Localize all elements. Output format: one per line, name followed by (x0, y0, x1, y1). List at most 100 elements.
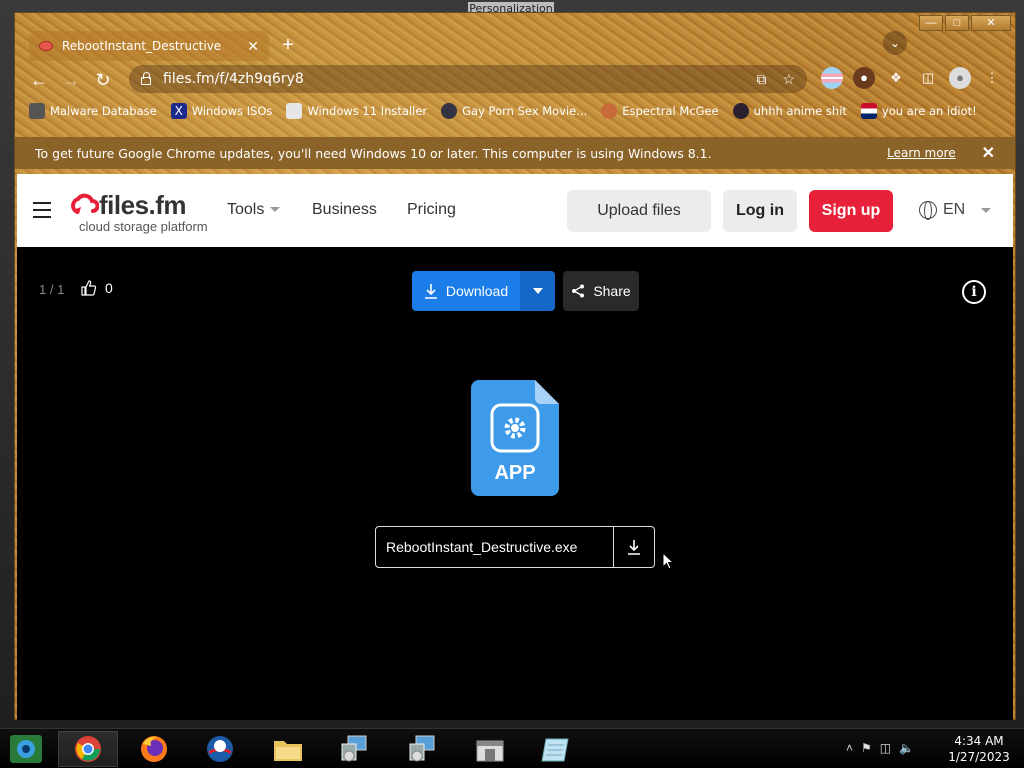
infobar-message: To get future Google Chrome updates, you… (35, 145, 712, 161)
tab-favicon-icon (39, 41, 53, 51)
obama-taskbar-item[interactable] (190, 731, 250, 767)
download-button[interactable]: Download (412, 271, 520, 311)
site-header: files.fm cloud storage platform Tools Bu… (17, 174, 1013, 247)
avatar-extension-icon[interactable]: ● (853, 67, 875, 89)
setup-icon (341, 735, 367, 762)
logo-tagline: cloud storage platform (79, 219, 208, 234)
bookmark-item[interactable]: you are an idiot! (860, 103, 977, 119)
installer-taskbar-item[interactable] (392, 731, 452, 767)
nav-business[interactable]: Business (312, 201, 377, 219)
taskbar: ˄ ⚑ ◫ 🔈 4:34 AM 1/27/2023 (0, 728, 1024, 768)
maximize-button[interactable]: □ (945, 15, 969, 31)
learn-more-link[interactable]: Learn more (887, 146, 955, 160)
notepad-icon (541, 738, 569, 762)
bookmark-item[interactable]: Gay Porn Sex Movie... (441, 103, 587, 119)
menu-dots-icon[interactable]: ⋮ (981, 67, 1003, 89)
taskbar-clock[interactable]: 4:34 AM 1/27/2023 (940, 733, 1018, 765)
volume-icon[interactable]: 🔈 (899, 741, 914, 755)
back-icon[interactable]: ← (23, 70, 55, 91)
hamburger-menu-icon[interactable] (33, 202, 51, 218)
file-name-box: RebootInstant_Destructive.exe (375, 526, 655, 568)
cloud-logo-icon (71, 193, 99, 214)
store-taskbar-item[interactable] (460, 731, 520, 767)
bookmark-item[interactable]: X Windows ISOs (170, 103, 272, 119)
close-window-button[interactable]: ✕ (971, 15, 1011, 31)
close-icon[interactable]: ✕ (982, 143, 995, 163)
bookmark-star-icon[interactable]: ☆ (782, 71, 795, 88)
flag-extension-icon[interactable] (821, 67, 843, 89)
share-page-icon[interactable]: ⧉ (756, 71, 766, 88)
setup-icon (409, 735, 435, 762)
download-options-button[interactable] (520, 271, 555, 311)
side-panel-icon[interactable]: ◫ (917, 67, 939, 89)
thumbs-up-icon (81, 280, 97, 296)
app-file-icon: APP (471, 380, 559, 496)
store-icon (476, 740, 504, 762)
browser-tab[interactable]: RebootInstant_Destructive ✕ (29, 31, 269, 61)
anime-icon (732, 103, 749, 119)
file-download-button[interactable] (613, 527, 654, 567)
browser-toolbar: ← → ↻ files.fm/f/4zh9q6ry8 ⧉ ☆ ● ❖ ◫ ● ⋮ (15, 65, 1015, 95)
network-icon[interactable]: ◫ (880, 741, 891, 755)
window-controls: — □ ✕ (919, 15, 1011, 31)
firefox-icon (141, 736, 167, 762)
like-button[interactable]: 0 (81, 280, 113, 296)
address-bar[interactable]: files.fm/f/4zh9q6ry8 ⧉ ☆ (129, 65, 807, 93)
reload-icon[interactable]: ↻ (87, 70, 119, 91)
file-type-label: APP (494, 462, 535, 484)
minimize-button[interactable]: — (919, 15, 943, 31)
lock-icon (141, 72, 151, 85)
update-infobar: To get future Google Chrome updates, you… (15, 137, 1015, 169)
share-icon (572, 284, 585, 298)
language-selector[interactable]: EN (919, 201, 992, 220)
flag-icon (860, 103, 877, 119)
site-favicon-icon (441, 103, 458, 119)
action-center-flag-icon[interactable]: ⚑ (861, 741, 872, 755)
start-button-icon[interactable] (8, 733, 44, 765)
chevron-down-icon (532, 288, 543, 294)
tab-title: RebootInstant_Destructive (62, 39, 222, 53)
tab-close-icon[interactable]: ✕ (247, 38, 259, 55)
extension-icons: ● ❖ ◫ ● ⋮ (821, 67, 1003, 89)
tab-search-icon[interactable]: ⌄ (883, 31, 907, 55)
download-icon (424, 284, 437, 299)
file-counter: 1 / 1 (39, 282, 65, 297)
files-fm-logo[interactable]: files.fm cloud storage platform (69, 192, 208, 234)
signup-button[interactable]: Sign up (809, 190, 893, 232)
upload-files-button[interactable]: Upload files (567, 190, 711, 232)
bookmark-item[interactable]: uhhh anime shit (732, 103, 847, 119)
info-icon[interactable]: i (962, 280, 986, 304)
explorer-taskbar-item[interactable] (258, 731, 318, 767)
firefox-taskbar-item[interactable] (124, 731, 184, 767)
bookmark-item[interactable]: Windows 11 Installer (286, 103, 427, 119)
download-button-group: Download (412, 271, 555, 311)
bookmark-item[interactable]: Malware Database (29, 103, 157, 119)
chevron-down-icon (981, 207, 992, 213)
new-tab-button[interactable]: + (277, 35, 299, 57)
face-icon (601, 103, 618, 119)
mouse-cursor-icon (662, 552, 674, 570)
installer-taskbar-item[interactable] (324, 731, 384, 767)
chevron-down-icon (270, 207, 281, 213)
forward-icon[interactable]: → (55, 70, 87, 91)
show-hidden-icons[interactable]: ˄ (846, 741, 853, 755)
x-logo-icon: X (170, 103, 187, 119)
browser-window: — □ ✕ RebootInstant_Destructive ✕ + ⌄ ← … (14, 12, 1016, 720)
login-button[interactable]: Log in (723, 190, 797, 232)
clock-time: 4:34 AM (954, 734, 1004, 748)
globe-icon (919, 201, 937, 220)
chrome-icon (75, 736, 101, 762)
profile-icon[interactable]: ● (949, 67, 971, 89)
extensions-puzzle-icon[interactable]: ❖ (885, 67, 907, 89)
share-button[interactable]: Share (563, 271, 639, 311)
nav-tools[interactable]: Tools (227, 201, 281, 219)
download-icon (628, 540, 640, 555)
clock-date: 1/27/2023 (948, 750, 1010, 764)
notepad-taskbar-item[interactable] (526, 731, 586, 767)
nav-pricing[interactable]: Pricing (407, 201, 456, 219)
campaign-logo-icon (207, 736, 233, 762)
page-icon (286, 103, 303, 119)
chrome-taskbar-item[interactable] (58, 731, 118, 767)
url-text: files.fm/f/4zh9q6ry8 (163, 71, 304, 87)
bookmark-item[interactable]: Espectral McGee (601, 103, 719, 119)
